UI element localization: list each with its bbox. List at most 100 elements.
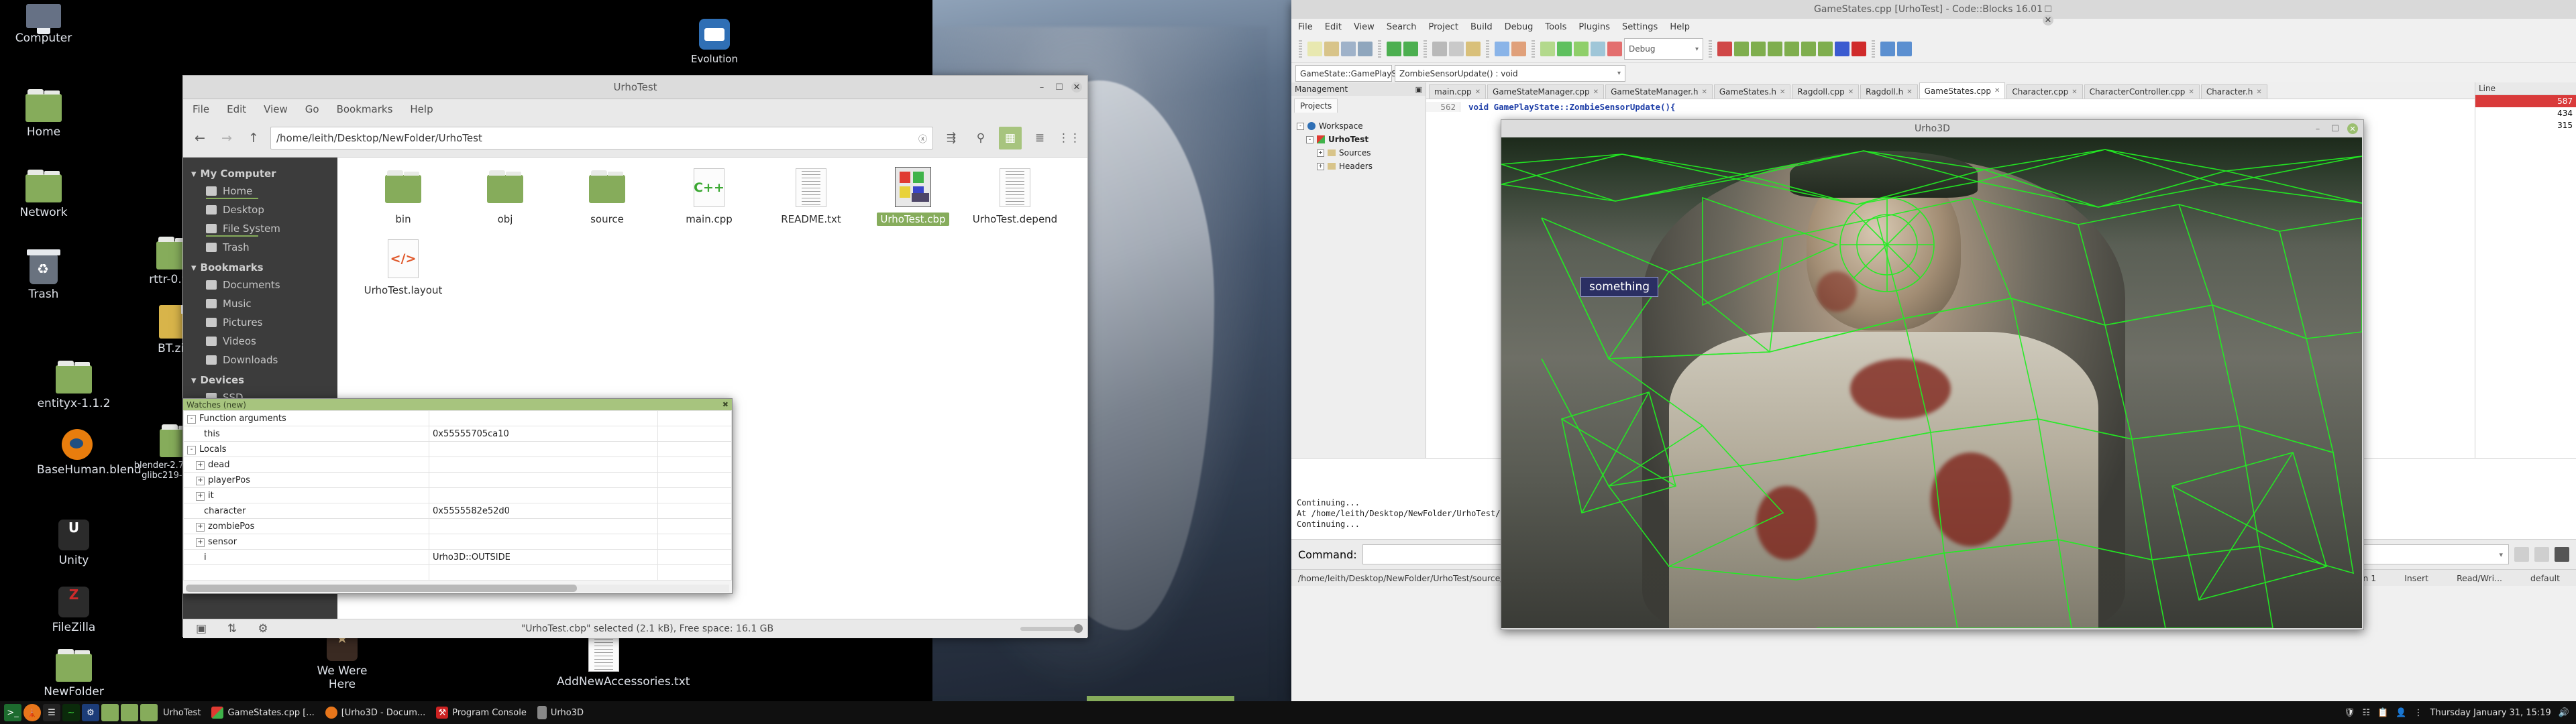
copy-log-icon[interactable] [2534,547,2549,562]
minimize-icon[interactable]: – [2312,123,2323,134]
replace-icon[interactable] [1511,42,1526,56]
toolbar-grip[interactable] [1378,39,1381,59]
tree-toggle-icon[interactable]: - [187,445,196,455]
taskbar-window-urho3d-doc[interactable]: [Urho3D - Docum... [320,704,431,721]
files-icon[interactable]: ☰ [43,704,60,721]
grid-icon[interactable]: ☷ [2363,708,2371,718]
sidebar-item-trash[interactable]: Trash [183,238,337,257]
properties-icon[interactable]: ⚙ [252,617,274,640]
forward-icon[interactable]: → [217,128,237,148]
table-row[interactable]: + dead [183,457,732,473]
tree-toggle-icon[interactable]: - [1306,135,1313,143]
close-icon[interactable]: ✕ [1780,88,1785,96]
user-icon[interactable]: 👤 [2396,708,2406,718]
open-file-icon[interactable] [1324,42,1339,56]
close-icon[interactable]: ✕ [1907,88,1912,96]
window-controls[interactable]: – ☐ ✕ [2043,0,2053,25]
menu-go[interactable]: Go [305,103,319,115]
management-panel[interactable]: Management ▣ Projects - Workspace - Urho… [1291,82,1426,458]
menu-help[interactable]: Help [1670,22,1690,32]
desktop-icon-newfolder[interactable]: NewFolder [37,649,111,699]
table-row[interactable]: + it [183,487,732,503]
search-icon[interactable]: ⚲ [969,127,992,149]
codeblocks-titlebar[interactable]: GameStates.cpp [UrhoTest] - Code::Blocks… [1291,0,2576,25]
network-icon[interactable]: ⋮ [2414,708,2423,718]
file-item-source[interactable]: source [556,167,658,226]
table-row[interactable]: character 0x5555582e52d0 [183,503,732,519]
menu-view[interactable]: View [264,103,288,115]
codeblocks-menubar[interactable]: File Edit View Search Project Build Debu… [1291,19,2576,36]
volume-icon[interactable]: 🔊 [2559,708,2569,718]
desktop-icon-evolution[interactable]: Evolution [678,19,751,65]
new-file-icon[interactable] [1307,42,1322,56]
path-input[interactable]: /home/leith/Desktop/NewFolder/UrhoTest ⓧ [270,127,933,149]
toolbar-grip[interactable] [1532,39,1535,59]
up-icon[interactable]: ↑ [244,128,264,148]
redo-icon[interactable] [1403,42,1418,56]
back-icon[interactable]: ← [190,128,210,148]
save-icon[interactable] [1341,42,1356,56]
urho3d-viewport[interactable]: something [1501,137,2362,628]
maximize-icon[interactable]: ☐ [1054,82,1065,93]
tab-ragdoll-h[interactable]: Ragdoll.h ✕ [1860,84,1918,99]
close-icon[interactable]: ✕ [2043,15,2053,25]
file-item-urhotest-layout[interactable]: </> UrhoTest.layout [352,238,454,297]
monitor-icon[interactable]: ∼ [62,704,80,721]
menu-search[interactable]: Search [1387,22,1417,32]
find-icon[interactable] [1495,42,1509,56]
icon-size-icon[interactable]: ▣ [190,617,213,640]
desktop-icon-filezilla[interactable]: Z FileZilla [37,587,111,635]
close-icon[interactable]: ✕ [1701,88,1707,96]
sidebar-group-mycomputer[interactable]: ▾ My Computer [183,163,337,182]
menu-help[interactable]: Help [410,103,433,115]
tree-node-sources[interactable]: + Sources [1295,146,1426,160]
project-tree[interactable]: - Workspace - UrhoTest + Sources + Heade… [1291,113,1426,173]
file-item-main-cpp[interactable]: C++ main.cpp [658,167,760,226]
breakpoint-row[interactable]: 315 [2475,119,2576,131]
file-item-obj[interactable]: obj [454,167,556,226]
symbol-select[interactable]: ZombieSensorUpdate() : void ▾ [1395,65,1625,82]
toolbar-grip[interactable] [1299,39,1302,59]
codeblocks-scope-bar[interactable]: GameState::GamePlayState:: ▾ ZombieSenso… [1291,63,2576,82]
desktop-icon-addnewaccessories[interactable]: AddNewAccessories.txt [557,630,690,689]
sidebar-item-home[interactable]: Home [183,182,337,200]
desktop-pager-strip[interactable] [1087,696,1234,701]
clipboard-icon[interactable]: 📋 [2377,708,2388,718]
next-instruction-icon[interactable] [1801,42,1816,56]
tab-gamestates-h[interactable]: GameStates.h ✕ [1713,84,1791,99]
tree-node-urhotest[interactable]: - UrhoTest [1295,133,1426,146]
menu-build[interactable]: Build [1470,22,1493,32]
table-row[interactable]: - Function arguments [183,410,732,426]
system-tray[interactable]: 🛡 ☷ 📋 👤 ⋮ Thursday January 31, 15:19 🔊 [2344,708,2576,718]
tab-gamestates-cpp[interactable]: GameStates.cpp ✕ [1919,82,2006,99]
tree-node-workspace[interactable]: - Workspace [1295,119,1426,133]
run-icon[interactable] [1557,42,1572,56]
editor-tabs[interactable]: main.cpp ✕ GameStateManager.cpp ✕ GameStat… [1426,82,2475,99]
shield-icon[interactable]: 🛡 [2344,708,2355,718]
table-row[interactable]: i Urho3D::OUTSIDE [183,549,732,565]
menu-file[interactable]: File [193,103,209,115]
toolbar-grip[interactable] [1486,39,1489,59]
desktop-icon-home[interactable]: Home [7,89,80,139]
toolbar-grip[interactable] [1709,39,1712,59]
break-debugger-icon[interactable] [1835,42,1849,56]
file-manager-menubar[interactable]: File Edit View Go Bookmarks Help [183,99,1087,119]
sidebar-item-documents[interactable]: Documents [183,276,337,294]
copy-icon[interactable] [1449,42,1464,56]
sidebar-item-music[interactable]: Music [183,294,337,313]
tab-gamestatemanager-h[interactable]: GameStateManager.h ✕ [1605,84,1713,99]
pin-icon[interactable]: ▣ [1415,85,1422,94]
toolbar-grip[interactable] [1424,39,1427,59]
code-line[interactable]: 562 void GamePlayState::ZombieSensorUpda… [1426,102,2475,112]
chevron-down-icon[interactable]: ▾ [2499,550,2503,559]
close-icon[interactable]: ✖ [722,400,729,409]
menu-settings[interactable]: Settings [1622,22,1658,32]
sidebar-item-filesystem[interactable]: File System [183,219,337,238]
tab-projects[interactable]: Projects [1294,99,1338,113]
toolbar-grip[interactable] [1872,39,1875,59]
tree-toggle-icon[interactable]: + [196,522,205,532]
taskbar-window-urhotest[interactable]: UrhoTest [158,704,206,721]
build-icon[interactable] [1540,42,1555,56]
file-item-readme[interactable]: README.txt [760,167,862,226]
close-icon[interactable]: ✕ [2347,123,2358,134]
